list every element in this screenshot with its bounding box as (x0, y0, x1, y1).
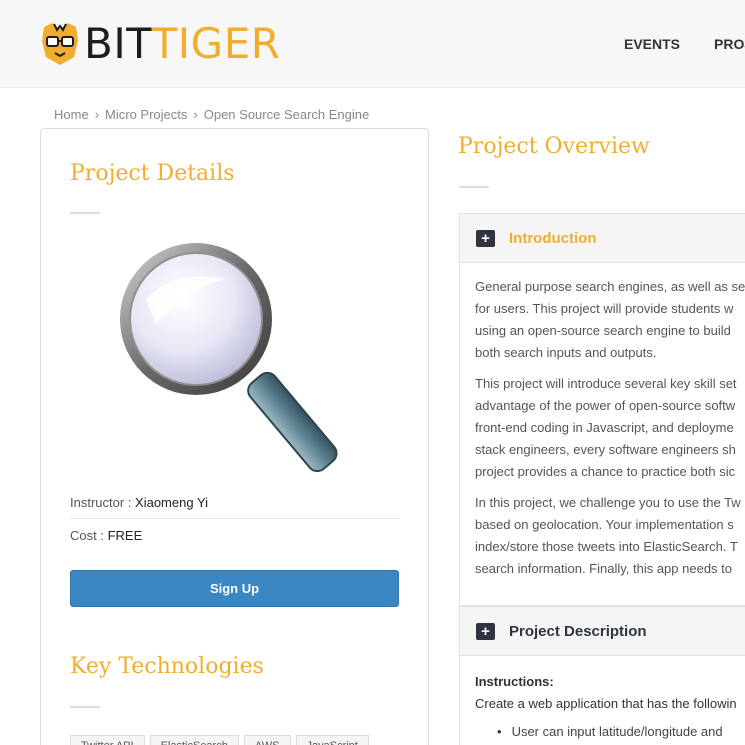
introduction-body: General purpose search engines, as well … (475, 276, 745, 589)
tag-javascript[interactable]: JavaScript (295, 735, 369, 745)
description-panel-header[interactable]: + Project Description (459, 606, 745, 656)
intro-p3-line: index/store those tweets into ElasticSea… (475, 539, 738, 554)
cost-value: FREE (107, 528, 143, 543)
technology-tags: Twitter API ElasticSearch AWS JavaScript (70, 735, 374, 745)
tag-aws[interactable]: AWS (243, 735, 291, 745)
nav-item-projects[interactable]: PROJE (714, 36, 745, 52)
title-divider (70, 212, 100, 214)
project-details-card: Project Details Instructor: Xiaomeng Yi… (40, 128, 429, 745)
main-nav: EVENTS PROJE (624, 36, 745, 52)
intro-p2-line: front-end coding in Javascript, and depl… (475, 420, 734, 435)
introduction-label[interactable]: Introduction (509, 230, 596, 247)
intro-p2-line: advantage of the power of open-source so… (475, 398, 736, 413)
intro-p2-line: This project will introduce several key … (475, 376, 737, 391)
bittiger-logo[interactable]: BITTIGER (40, 20, 280, 68)
instructions-bullet-item: User can input latitude/longitude and (497, 724, 723, 739)
cost-label: Cost : (70, 528, 108, 543)
instructions-label: Instructions: (475, 674, 554, 689)
intro-p3-line: search information. Finally, this app ne… (475, 561, 733, 576)
intro-p2-line: project provides a chance to practice bo… (475, 464, 736, 479)
project-details-title: Project Details (70, 161, 235, 186)
cost-row: Cost : FREE (70, 528, 400, 543)
intro-p1-line: both search inputs and outputs. (475, 345, 657, 360)
intro-paragraph-1: General purpose search engines, as well … (475, 276, 745, 364)
nav-item-events[interactable]: EVENTS (624, 36, 680, 52)
intro-p1-line: General purpose search engines, as well … (475, 279, 745, 294)
logo-text-tiger: TIGER (151, 19, 281, 68)
overview-divider (459, 186, 489, 188)
top-header: BITTIGER EVENTS PROJE (0, 0, 745, 88)
chevron-right-icon: › (193, 107, 198, 122)
intro-paragraph-3: In this project, we challenge you to use… (475, 492, 745, 580)
key-technologies-title: Key Technologies (70, 654, 264, 679)
instructor-name: Xiaomeng Yi (135, 495, 209, 510)
logo-wordmark: BITTIGER (84, 20, 280, 68)
intro-p2-line: stack engineers, every software engineer… (475, 442, 736, 457)
tag-twitter-api[interactable]: Twitter API (70, 735, 145, 745)
intro-p3-line: based on geolocation. Your implementatio… (475, 517, 734, 532)
intro-p1-line: using an open-source search engine to bu… (475, 323, 731, 338)
breadcrumb-micro-projects[interactable]: Micro Projects (105, 107, 187, 122)
tiger-logo-icon (42, 23, 78, 65)
logo-text-bit: BIT (84, 19, 152, 68)
intro-p3-line: In this project, we challenge you to use… (475, 495, 741, 510)
instructions-text: Create a web application that has the fo… (475, 696, 737, 711)
key-tech-divider (70, 706, 100, 708)
instructor-row: Instructor : Xiaomeng Yi (70, 495, 400, 519)
sign-up-button[interactable]: Sign Up (70, 570, 399, 607)
intro-paragraph-2: This project will introduce several key … (475, 373, 745, 483)
introduction-panel-header[interactable]: + Introduction (459, 213, 745, 263)
magnifying-glass-icon (120, 243, 338, 473)
chevron-right-icon: › (94, 107, 100, 122)
breadcrumb-home[interactable]: Home (54, 107, 89, 122)
project-description-label[interactable]: Project Description (509, 623, 647, 640)
tag-elasticsearch[interactable]: ElasticSearch (149, 735, 239, 745)
breadcrumb-current: Open Source Search Engine (203, 107, 370, 122)
breadcrumb: Home › Micro Projects › Open Source Search E… (54, 107, 369, 122)
expand-plus-icon[interactable]: + (476, 230, 495, 247)
project-overview-title: Project Overview (458, 134, 650, 159)
expand-plus-icon[interactable]: + (476, 623, 495, 640)
instructor-label: Instructor : (70, 495, 136, 510)
instructions-block: Instructions: Create a web application t… (475, 671, 737, 715)
intro-p1-line: for users. This project will provide stu… (475, 301, 734, 316)
